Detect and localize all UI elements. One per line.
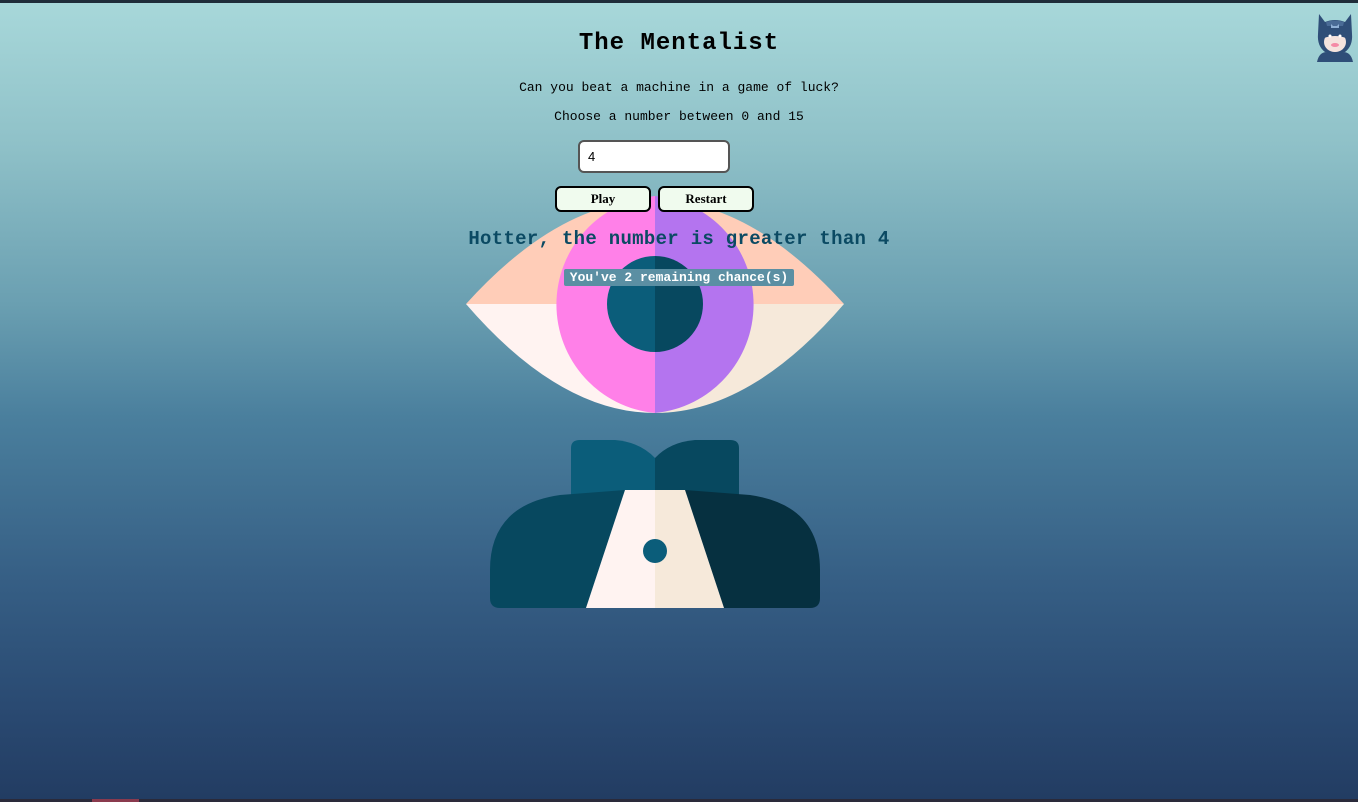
guess-input[interactable]: [578, 140, 730, 173]
restart-button[interactable]: Restart: [658, 186, 754, 212]
masked-hero-avatar-icon[interactable]: [1315, 12, 1355, 62]
play-button[interactable]: Play: [555, 186, 651, 212]
feedback-message: Hotter, the number is greater than 4: [468, 228, 890, 250]
subtitle: Can you beat a machine in a game of luck…: [519, 80, 839, 95]
body-illustration: [490, 440, 820, 608]
remaining-chances-badge: You've 2 remaining chance(s): [563, 269, 795, 286]
chances-container: You've 2 remaining chance(s): [0, 268, 1358, 286]
page-title: The Mentalist: [578, 30, 780, 57]
instruction-text: Choose a number between 0 and 15: [554, 109, 804, 124]
